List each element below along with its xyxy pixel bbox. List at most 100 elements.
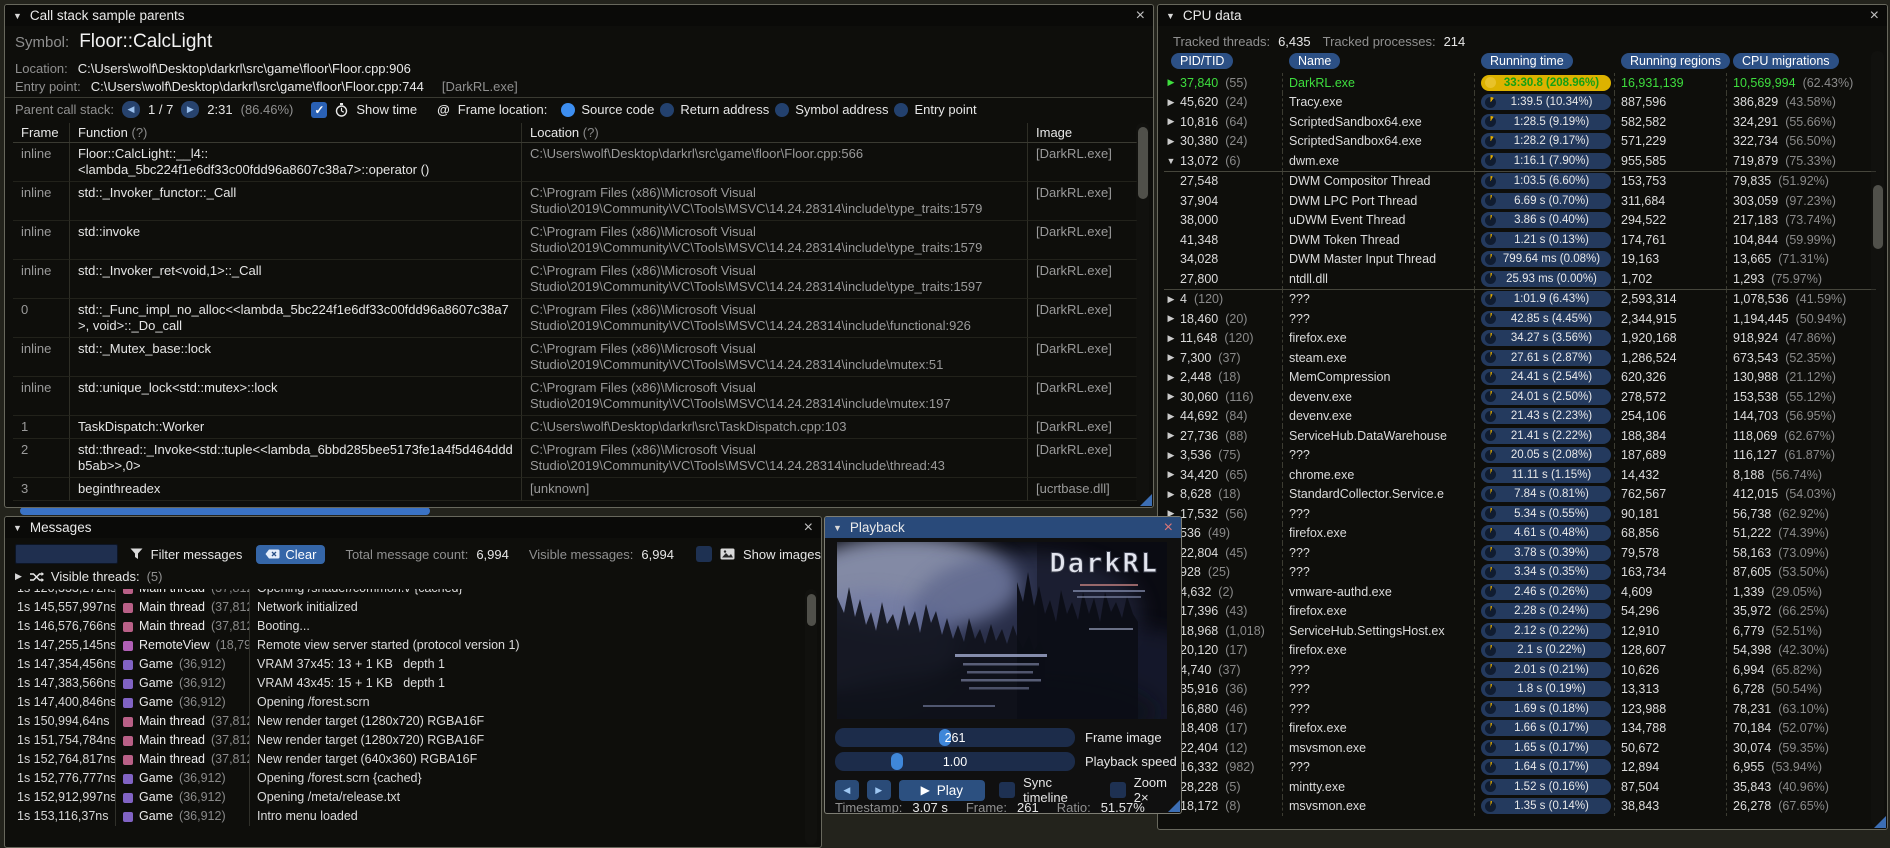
message-thread[interactable]: Main thread (37,812) <box>115 750 249 769</box>
radio-icon[interactable] <box>894 102 909 117</box>
message-thread[interactable]: Game (36,912) <box>115 674 249 693</box>
expand-icon[interactable]: ▶ <box>1164 313 1178 324</box>
expand-icon[interactable]: ▶ <box>1164 116 1178 127</box>
cpu-row[interactable]: ▶ 7,300 (37) steam.exe 27.61 s (2.87%) 1… <box>1164 348 1876 368</box>
cpu-row[interactable]: ▶ 35,916 (36) ??? 1.8 s (0.19%) 13,313 6… <box>1164 679 1876 699</box>
message-row[interactable]: 1s 145,557,997ns Main thread (37,812) Ne… <box>13 598 797 617</box>
next-parent-button[interactable]: ▶ <box>181 101 200 118</box>
cpu-row[interactable]: ▶ 37,840 (55) DarkRL.exe 33:30.8 (208.96… <box>1164 73 1876 93</box>
expand-icon[interactable]: ▶ <box>1164 372 1178 383</box>
expand-icon[interactable]: ▶ <box>1164 136 1178 147</box>
message-thread[interactable]: Game (36,912) <box>115 807 249 826</box>
pid-cell[interactable]: ▶ 11,648 (120) <box>1164 329 1282 349</box>
message-row[interactable]: 1s 152,776,777ns Game (36,912) Opening /… <box>13 769 797 788</box>
resize-grip[interactable] <box>1874 816 1886 828</box>
message-row[interactable]: 1s 147,255,145ns RemoteView (18,796) Rem… <box>13 636 797 655</box>
function-cell[interactable]: std::invoke <box>69 221 521 260</box>
collapse-icon[interactable]: ▼ <box>13 11 22 21</box>
cpu-row[interactable]: 41,348 DWM Token Thread 1.21 s (0.13%) 1… <box>1164 230 1876 250</box>
play-button[interactable]: ▶ Play <box>898 779 986 801</box>
pid-cell[interactable]: ▶ 10,816 (64) <box>1164 112 1282 132</box>
cpu-row[interactable]: 27,800 ntdll.dll 25.93 ms (0.00%) 1,702 … <box>1164 269 1876 289</box>
pid-cell[interactable]: 38,000 <box>1164 211 1282 231</box>
cpu-row[interactable]: ▶ 16,880 (46) ??? 1.69 s (0.18%) 123,988… <box>1164 699 1876 719</box>
pid-cell[interactable]: ▶ 4 (120) <box>1164 290 1282 310</box>
cpu-row[interactable]: ▶ 22,804 (45) ??? 3.78 s (0.39%) 79,578 … <box>1164 543 1876 563</box>
expand-icon[interactable]: ▶ <box>1164 333 1178 344</box>
col-image[interactable]: Image <box>1027 123 1137 142</box>
collapse-icon[interactable]: ▼ <box>833 523 842 533</box>
close-icon[interactable]: × <box>1870 7 1879 24</box>
cpu-row[interactable]: ▶ 536 (49) firefox.exe 4.61 s (0.48%) 68… <box>1164 523 1876 543</box>
filter-input[interactable] <box>15 544 118 564</box>
playback-speed-slider[interactable]: 1.00 <box>835 752 1075 771</box>
message-thread[interactable]: Game (36,912) <box>115 769 249 788</box>
pid-cell[interactable]: ▼ 13,072 (6) <box>1164 151 1282 171</box>
message-row[interactable]: 1s 150,994,64ns Main thread (37,812) New… <box>13 712 797 731</box>
frame-image-slider[interactable]: 261 <box>835 728 1075 747</box>
radio-icon[interactable] <box>561 102 576 117</box>
expand-icon[interactable]: ▶ <box>1164 489 1178 500</box>
message-row[interactable]: 1s 146,576,766ns Main thread (37,812) Bo… <box>13 617 797 636</box>
frame-location-radio[interactable]: Symbol address <box>775 102 888 117</box>
cpu-row[interactable]: ▶ 22,404 (12) msvsmon.exe 1.65 s (0.17%)… <box>1164 738 1876 758</box>
pid-cell[interactable]: ▶ 8,628 (18) <box>1164 485 1282 505</box>
cpu-row[interactable]: ▶ 8,628 (18) StandardCollector.Service.e… <box>1164 484 1876 505</box>
scrollbar-thumb[interactable] <box>806 594 816 626</box>
col-running-regions[interactable]: Running regions <box>1621 53 1731 69</box>
col-cpu-migrations[interactable]: CPU migrations <box>1733 53 1839 69</box>
cpu-row[interactable]: ▶ 18,408 (17) firefox.exe 1.66 s (0.17%)… <box>1164 718 1876 738</box>
cpu-row[interactable]: ▶ 28,228 (5) mintty.exe 1.52 s (0.16%) 8… <box>1164 777 1876 797</box>
pid-cell[interactable]: 41,348 <box>1164 230 1282 250</box>
expand-icon[interactable]: ▶ <box>1164 450 1178 461</box>
message-thread[interactable]: Main thread (37,812) <box>115 712 249 731</box>
col-pid-tid[interactable]: PID/TID <box>1171 53 1234 69</box>
message-thread[interactable]: Game (36,912) <box>115 788 249 807</box>
message-thread[interactable]: Main thread (37,812) <box>115 598 249 617</box>
message-row[interactable]: 1s 147,383,566ns Game (36,912) VRAM 43x4… <box>13 674 797 693</box>
pid-cell[interactable]: ▶ 18,460 (20) <box>1164 309 1282 329</box>
cpu-row[interactable]: ▶ 4,632 (2) vmware-authd.exe 2.46 s (0.2… <box>1164 582 1876 602</box>
message-row[interactable]: 1s 147,354,456ns Game (36,912) VRAM 37x4… <box>13 655 797 674</box>
cpu-row[interactable]: ▶ 11,648 (120) firefox.exe 34.27 s (3.56… <box>1164 328 1876 349</box>
cpu-row[interactable]: ▶ 16,332 (982) ??? 1.64 s (0.17%) 12,894… <box>1164 757 1876 777</box>
cpu-row[interactable]: ▶ 2,448 (18) MemCompression 24.41 s (2.5… <box>1164 367 1876 388</box>
cpu-row[interactable]: ▶ 30,060 (116) devenv.exe 24.01 s (2.50%… <box>1164 387 1876 407</box>
expand-icon[interactable]: ▶ <box>15 571 22 582</box>
col-running-time[interactable]: Running time <box>1481 53 1573 69</box>
message-row[interactable]: 1s 151,754,784ns Main thread (37,812) Ne… <box>13 731 797 750</box>
message-row[interactable]: 1s 152,912,997ns Game (36,912) Opening /… <box>13 788 797 807</box>
pid-cell[interactable]: ▶ 2,448 (18) <box>1164 368 1282 388</box>
pid-cell[interactable]: ▶ 44,692 (84) <box>1164 407 1282 427</box>
frame-location-radio[interactable]: Entry point <box>894 102 977 117</box>
callstack-row[interactable]: inline std::_Invoker_functor::_Call C:\P… <box>13 182 1137 221</box>
pid-cell[interactable]: ▶ 34,420 (65) <box>1164 465 1282 485</box>
resize-grip[interactable] <box>1140 494 1152 506</box>
scrollbar[interactable] <box>1871 51 1884 826</box>
cpu-row[interactable]: ▶ 3,536 (75) ??? 20.05 s (2.08%) 187,689… <box>1164 445 1876 465</box>
cpu-row[interactable]: 27,548 DWM Compositor Thread 1:03.5 (6.6… <box>1164 170 1876 191</box>
expand-icon[interactable]: ▶ <box>1164 294 1178 305</box>
cpu-row[interactable]: ▶ 18,968 (1,018) ServiceHub.SettingsHost… <box>1164 621 1876 641</box>
expand-icon[interactable]: ▶ <box>1164 97 1178 108</box>
callstack-row[interactable]: 1 TaskDispatch::Worker C:\Users\wolf\Des… <box>13 416 1137 439</box>
pid-cell[interactable]: 27,800 <box>1164 269 1282 289</box>
frame-location-radio[interactable]: Return address <box>660 102 769 117</box>
message-thread[interactable]: Main thread (37,812) <box>115 589 249 598</box>
expand-icon[interactable]: ▶ <box>1164 430 1178 441</box>
function-cell[interactable]: std::_Invoker_functor::_Call <box>69 182 521 221</box>
prev-parent-button[interactable]: ◀ <box>122 101 140 118</box>
message-row[interactable]: 1s 120,333,272ns Main thread (37,812) Op… <box>13 589 797 598</box>
function-cell[interactable]: std::_Func_impl_no_alloc<<lambda_5bc224f… <box>69 299 521 338</box>
cpu-row[interactable]: ▶ 30,380 (24) ScriptedSandbox64.exe 1:28… <box>1164 131 1876 151</box>
pid-cell[interactable]: ▶ 30,060 (116) <box>1164 387 1282 407</box>
cpu-row[interactable]: ▶ 17,396 (43) firefox.exe 2.28 s (0.24%)… <box>1164 601 1876 621</box>
radio-icon[interactable] <box>660 102 675 117</box>
close-icon[interactable]: × <box>804 519 813 536</box>
message-thread[interactable]: Game (36,912) <box>115 655 249 674</box>
message-row[interactable]: 1s 152,764,817ns Main thread (37,812) Ne… <box>13 750 797 769</box>
cpu-row[interactable]: ▶ 18,172 (8) msvsmon.exe 1.35 s (0.14%) … <box>1164 796 1876 816</box>
cpu-row[interactable]: ▶ 45,620 (24) Tracy.exe 1:39.5 (10.34%) … <box>1164 92 1876 112</box>
message-row[interactable]: 1s 153,116,37ns Game (36,912) Intro menu… <box>13 807 797 826</box>
clear-button[interactable]: Clear <box>256 544 326 564</box>
